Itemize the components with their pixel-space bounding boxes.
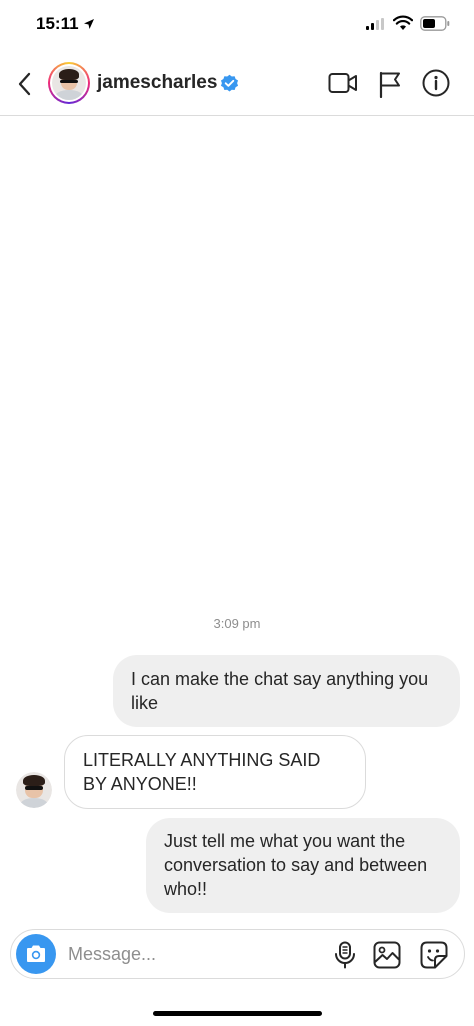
wifi-icon xyxy=(393,15,413,30)
info-icon[interactable] xyxy=(422,69,450,97)
clock-text: 15:11 xyxy=(36,14,79,33)
camera-button[interactable] xyxy=(16,934,56,974)
location-arrow-icon xyxy=(83,19,94,29)
flag-icon[interactable] xyxy=(377,70,403,98)
username[interactable]: jamescharles xyxy=(97,72,217,94)
status-bar: 15:11 xyxy=(0,0,474,52)
status-time: 15:11 xyxy=(36,14,95,34)
microphone-icon[interactable] xyxy=(333,941,357,969)
avatar[interactable] xyxy=(48,62,90,104)
incoming-message[interactable]: LITERALLY ANYTHING SAID BY ANYONE!! xyxy=(64,735,366,809)
camera-icon xyxy=(27,945,45,962)
gallery-icon[interactable] xyxy=(373,941,401,969)
sticker-icon[interactable] xyxy=(420,941,448,969)
message-input[interactable] xyxy=(68,942,308,966)
signal-icon xyxy=(366,18,384,30)
verified-badge-icon xyxy=(220,74,239,92)
outgoing-message[interactable]: Just tell me what you want the conversat… xyxy=(146,818,460,913)
home-indicator[interactable] xyxy=(153,1011,322,1016)
chat-header: jamescharles xyxy=(0,52,474,116)
video-call-icon[interactable] xyxy=(328,70,358,96)
outgoing-message[interactable]: I can make the chat say anything you lik… xyxy=(113,655,460,727)
battery-icon xyxy=(420,16,450,31)
sender-avatar[interactable] xyxy=(16,772,52,808)
message-composer xyxy=(10,929,465,979)
back-icon[interactable] xyxy=(12,70,40,98)
message-timestamp: 3:09 pm xyxy=(213,616,261,631)
